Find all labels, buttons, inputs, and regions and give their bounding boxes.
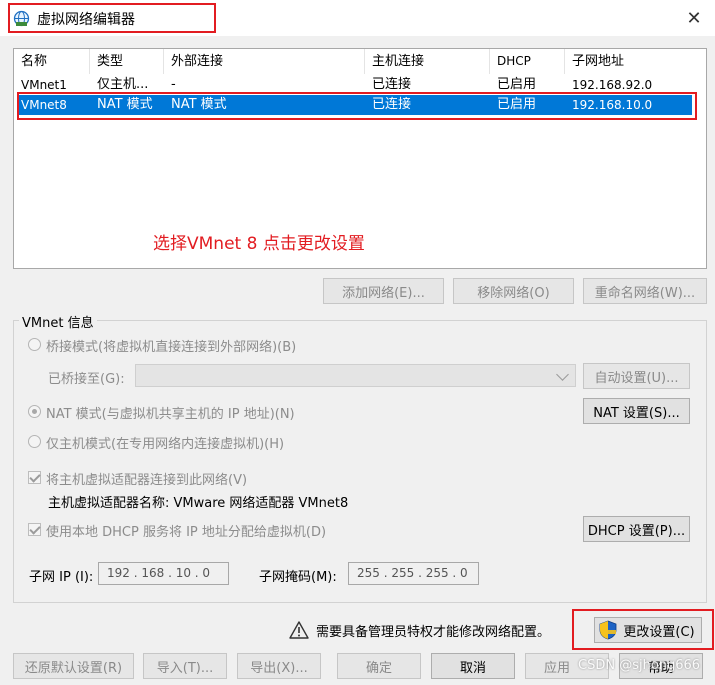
row-highlight-box (17, 92, 697, 120)
ok-button[interactable]: 确定 (337, 653, 421, 679)
import-button[interactable]: 导入(T)... (143, 653, 227, 679)
connect-adapter-checkbox[interactable] (28, 471, 41, 484)
col-host[interactable]: 主机连接 (365, 49, 490, 74)
admin-warning-text: 需要具备管理员特权才能修改网络配置。 (316, 625, 551, 640)
table-header: 名称 类型 外部连接 主机连接 DHCP 子网地址 (14, 49, 706, 74)
bridged-label: 桥接模式(将虚拟机直接连接到外部网络)(B) (46, 340, 297, 355)
close-icon: ✕ (686, 7, 702, 29)
auto-settings-button[interactable]: 自动设置(U)... (583, 363, 690, 389)
vmnet-info-label: VMnet 信息 (19, 312, 97, 331)
col-type[interactable]: 类型 (90, 49, 164, 74)
subnet-ip-input[interactable]: 192 . 168 . 10 . 0 (98, 562, 229, 585)
nat-radio[interactable] (28, 405, 41, 418)
subnet-ip-label: 子网 IP (I): (29, 570, 94, 585)
dhcp-settings-button[interactable]: DHCP 设置(P)... (583, 516, 690, 542)
restore-defaults-button[interactable]: 还原默认设置(R) (13, 653, 134, 679)
col-dhcp[interactable]: DHCP (490, 49, 565, 74)
dhcp-label: 使用本地 DHCP 服务将 IP 地址分配给虚拟机(D) (46, 525, 327, 540)
bridged-to-label: 已桥接至(G): (48, 372, 125, 387)
annotation-text: 选择VMnet 8 点击更改设置 (153, 234, 365, 254)
bridged-radio[interactable] (28, 338, 41, 351)
add-network-button[interactable]: 添加网络(E)... (323, 278, 444, 304)
chevron-down-icon (556, 368, 569, 381)
nat-settings-button[interactable]: NAT 设置(S)... (583, 398, 690, 424)
hostonly-radio[interactable] (28, 435, 41, 448)
subnet-mask-label: 子网掩码(M): (259, 570, 337, 585)
connect-adapter-label: 将主机虚拟适配器连接到此网络(V) (46, 473, 248, 488)
nat-label: NAT 模式(与虚拟机共享主机的 IP 地址)(N) (46, 407, 295, 422)
warning-icon (289, 621, 309, 639)
change-settings-highlight-box (572, 609, 714, 650)
watermark-text: CSDN @sjhong666 (578, 658, 701, 673)
title-highlight-box (8, 3, 216, 33)
col-subnet[interactable]: 子网地址 (565, 49, 706, 74)
cancel-button[interactable]: 取消 (431, 653, 515, 679)
export-button[interactable]: 导出(X)... (237, 653, 321, 679)
hostonly-label: 仅主机模式(在专用网络内连接虚拟机)(H) (46, 437, 285, 452)
col-name[interactable]: 名称 (14, 49, 90, 74)
bridged-to-select[interactable] (135, 364, 576, 387)
subnet-mask-input[interactable]: 255 . 255 . 255 . 0 (348, 562, 479, 585)
close-button[interactable]: ✕ (680, 6, 708, 30)
rename-network-button[interactable]: 重命名网络(W)... (583, 278, 707, 304)
adapter-name-text: 主机虚拟适配器名称: VMware 网络适配器 VMnet8 (48, 496, 349, 511)
remove-network-button[interactable]: 移除网络(O) (453, 278, 574, 304)
dhcp-checkbox[interactable] (28, 523, 41, 536)
col-external[interactable]: 外部连接 (164, 49, 365, 74)
